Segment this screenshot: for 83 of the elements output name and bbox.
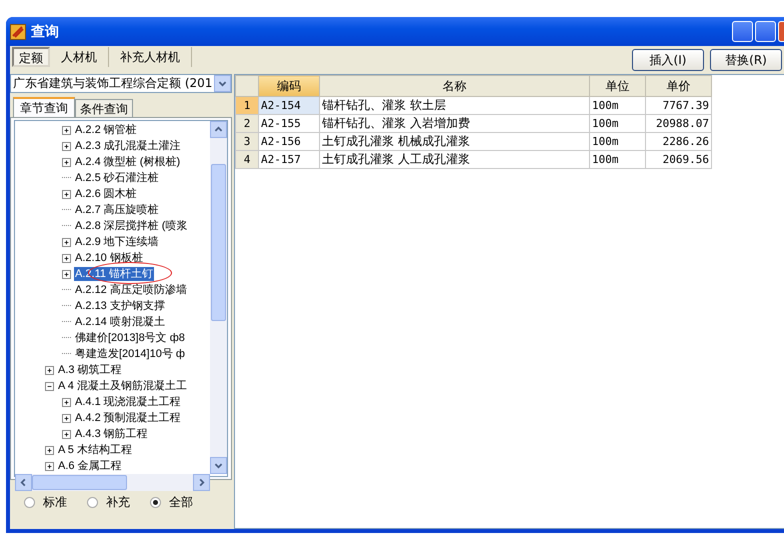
table-cell: 锚杆钻孔、灌浆 入岩增加费 — [320, 114, 590, 132]
tree-item[interactable]: A.2.12 高压定喷防渗墙 — [74, 283, 188, 297]
tree-item[interactable]: A.2.13 支护钢支撑 — [74, 299, 166, 313]
table-cell: A2-154 — [258, 96, 320, 114]
tree-item[interactable]: A.2.6 圆木桩 — [74, 187, 138, 201]
expand-icon[interactable] — [62, 238, 71, 246]
tab[interactable]: 人材机 — [50, 47, 109, 67]
radio-option[interactable]: 标准 — [24, 494, 67, 511]
expand-icon[interactable] — [62, 430, 71, 438]
tree-item[interactable]: A.3 砌筑工程 — [57, 363, 123, 377]
row-number[interactable]: 1 — [236, 96, 258, 114]
scroll-right-button[interactable] — [193, 474, 210, 491]
row-number[interactable]: 4 — [236, 150, 258, 168]
tree-item[interactable]: A.2.2 钢管桩 — [74, 123, 138, 137]
radio-option[interactable]: 补充 — [87, 494, 130, 511]
quota-dropdown[interactable]: 广东省建筑与装饰工程综合定额 (201 — [10, 74, 232, 93]
tree-item[interactable]: A.6 金属工程 — [57, 459, 123, 473]
app-icon — [10, 24, 26, 40]
action-button[interactable]: 替换(R) — [710, 49, 782, 71]
action-button[interactable]: 插入(I) — [632, 49, 704, 71]
tree-item[interactable]: A 4 混凝土及钢筋混凝土工 — [57, 379, 188, 393]
scroll-up-button[interactable] — [210, 121, 227, 138]
tree-item[interactable]: A.4.1 现浇混凝土工程 — [74, 395, 182, 409]
column-header[interactable]: 单位 — [590, 76, 646, 96]
table-cell: 100m — [590, 114, 646, 132]
tree-item[interactable]: A.2.14 喷射混凝土 — [74, 315, 166, 329]
table-cell: 100m — [590, 132, 646, 150]
tree-item[interactable]: 佛建价[2013]8号文 ф8 — [74, 331, 186, 345]
tab[interactable]: 条件查询 — [75, 99, 133, 117]
expand-icon[interactable] — [45, 366, 54, 374]
tree-item[interactable]: A.2.4 微型桩 (树根桩) — [74, 155, 182, 169]
expand-icon[interactable] — [45, 446, 54, 454]
table-cell: 锚杆钻孔、灌浆 软土层 — [320, 96, 590, 114]
table-cell: 7767.39 — [646, 96, 712, 114]
expand-icon[interactable] — [45, 462, 54, 470]
tree-item[interactable]: A.4.3 钢筋工程 — [74, 427, 149, 441]
tab[interactable]: 定额 — [12, 47, 50, 67]
radio-option[interactable]: 全部 — [150, 494, 193, 511]
expand-icon[interactable] — [62, 254, 71, 262]
expand-icon[interactable] — [62, 190, 71, 198]
collapse-icon[interactable] — [45, 382, 54, 390]
tree-item[interactable]: A.2.5 砂石灌注桩 — [74, 171, 160, 185]
tab[interactable]: 补充人材机 — [109, 47, 192, 67]
tree-item[interactable]: A 5 木结构工程 — [57, 443, 133, 457]
scroll-down-button[interactable] — [210, 457, 227, 474]
tab[interactable]: 章节查询 — [13, 97, 75, 117]
table-cell: 100m — [590, 96, 646, 114]
expand-icon[interactable] — [62, 126, 71, 134]
row-number[interactable]: 2 — [236, 114, 258, 132]
maximize-button[interactable] — [755, 21, 776, 42]
column-header[interactable]: 单价 — [646, 76, 712, 96]
horizontal-scrollbar[interactable] — [15, 474, 210, 491]
table-cell: 2069.56 — [646, 150, 712, 168]
tree-item[interactable]: A.4.2 预制混凝土工程 — [74, 411, 182, 425]
column-header[interactable]: 编码 — [258, 76, 320, 96]
column-header[interactable]: 名称 — [320, 76, 590, 96]
window-title: 查询 — [31, 22, 59, 40]
expand-icon[interactable] — [62, 270, 71, 278]
table-cell: A2-155 — [258, 114, 320, 132]
table-cell: 2286.26 — [646, 132, 712, 150]
tree-item[interactable]: A.2.10 钢板桩 — [74, 251, 144, 265]
scrollbar-thumb[interactable] — [32, 475, 127, 490]
expand-icon[interactable] — [62, 142, 71, 150]
tree-item[interactable]: A.2.9 地下连续墙 — [74, 235, 160, 249]
table-cell: A2-157 — [258, 150, 320, 168]
scroll-left-button[interactable] — [15, 474, 32, 491]
expand-icon[interactable] — [62, 414, 71, 422]
table-cell: 土钉成孔灌浆 人工成孔灌浆 — [320, 150, 590, 168]
tree-item[interactable]: A.2.8 深层搅拌桩 (喷浆 — [74, 219, 188, 233]
close-button[interactable] — [778, 21, 784, 42]
tree-item[interactable]: A.2.7 高压旋喷桩 — [74, 203, 160, 217]
table-cell: 土钉成孔灌浆 机械成孔灌浆 — [320, 132, 590, 150]
scrollbar-thumb[interactable] — [211, 164, 226, 321]
row-number[interactable]: 3 — [236, 132, 258, 150]
minimize-button[interactable] — [732, 21, 753, 42]
tree-item[interactable]: 粤建造发[2014]10号 ф — [74, 347, 186, 361]
vertical-scrollbar[interactable] — [210, 121, 227, 474]
table-cell: 20988.07 — [646, 114, 712, 132]
table-cell: A2-156 — [258, 132, 320, 150]
table-cell: 100m — [590, 150, 646, 168]
expand-icon[interactable] — [62, 158, 71, 166]
expand-icon[interactable] — [62, 398, 71, 406]
tree-item[interactable]: A.2.3 成孔混凝土灌注 — [74, 139, 182, 153]
